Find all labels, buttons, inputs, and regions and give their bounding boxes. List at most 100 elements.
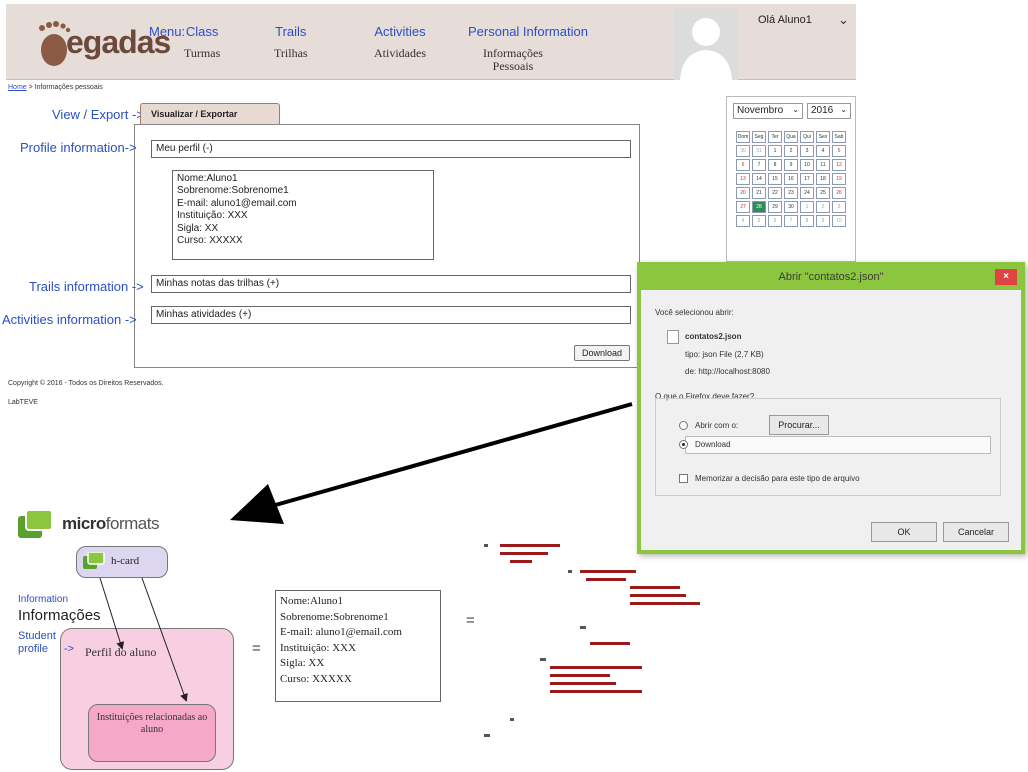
calendar-day[interactable]: 30 — [736, 145, 750, 157]
calendar-day[interactable]: 22 — [768, 187, 782, 199]
profile-detail-line: E-mail: aluno1@email.com — [177, 197, 297, 209]
calendar-weekday: Dom — [736, 131, 750, 143]
arrow-text: -> — [124, 140, 137, 155]
calendar-day[interactable]: 10 — [800, 159, 814, 171]
browse-button[interactable]: Procurar... — [769, 415, 829, 435]
download-button[interactable]: Download — [574, 345, 630, 361]
calendar-day[interactable]: 2 — [784, 145, 798, 157]
dialog-filename: contatos2.json — [685, 332, 742, 341]
calendar-day[interactable]: 9 — [784, 159, 798, 171]
chevron-down-icon[interactable]: ⌄ — [838, 12, 849, 28]
calendar-day[interactable]: 17 — [800, 173, 814, 185]
download-option-row[interactable] — [685, 436, 991, 454]
menu-item-personal-information[interactable]: Personal Information Informações Pessoai… — [468, 24, 588, 73]
calendar-day[interactable]: 18 — [816, 173, 830, 185]
remember-checkbox[interactable] — [679, 474, 688, 483]
trails-expander[interactable]: Minhas notas das trilhas (+) — [151, 275, 631, 293]
menu-item-activities[interactable]: Activities Atividades — [374, 24, 426, 60]
calendar-day[interactable]: 11 — [816, 159, 830, 171]
calendar-day[interactable]: 8 — [800, 215, 814, 227]
calendar-day[interactable]: 20 — [736, 187, 750, 199]
calendar-day[interactable]: 4 — [816, 145, 830, 157]
breadcrumb-home-link[interactable]: Home — [8, 84, 27, 91]
activities-expander[interactable]: Minhas atividades (+) — [151, 306, 631, 324]
calendar-day[interactable]: 15 — [768, 173, 782, 185]
dialog-you-selected: Você selecionou abrir: — [655, 308, 734, 317]
calendar-day[interactable]: 7 — [784, 215, 798, 227]
student-profile-label-text: Student profile — [18, 630, 56, 655]
profile-detail-line: Sigla: XX — [177, 222, 219, 234]
institutions-node: Instituições relacionadas ao aluno — [88, 704, 216, 762]
calendar-day[interactable]: 14 — [752, 173, 766, 185]
open-with-label[interactable]: Abrir com o: — [695, 421, 738, 430]
close-button[interactable]: × — [995, 269, 1017, 285]
calendar-day[interactable]: 7 — [752, 159, 766, 171]
menu-item-pt: Turmas — [184, 46, 221, 60]
equals-sign: = — [466, 612, 475, 629]
calendar-day[interactable]: 10 — [832, 215, 846, 227]
calendar-day[interactable]: 9 — [816, 215, 830, 227]
profile-detail-box: Nome:Aluno1 Sobrenome:Sobrenome1 E-mail:… — [172, 170, 434, 260]
calendar-day[interactable]: 31 — [752, 145, 766, 157]
calendar-day[interactable]: 5 — [832, 145, 846, 157]
menu-item-en: Trails — [275, 24, 307, 39]
calendar-day[interactable]: 1 — [768, 145, 782, 157]
calendar-day[interactable]: 23 — [784, 187, 798, 199]
calendar-day[interactable]: 13 — [736, 173, 750, 185]
microformats-logo-icon — [18, 510, 53, 538]
calendar-day[interactable]: 3 — [832, 201, 846, 213]
calendar-widget: Novembro ⌄ 2016 ⌄ Dom Seg Ter Qua Qui Sex Sab 3… — [726, 96, 856, 262]
menu-label: Menu: — [149, 24, 186, 39]
mf-detail-line: E-mail: aluno1@email.com — [280, 626, 402, 639]
menu-item-pt: Informações Pessoais — [483, 46, 543, 73]
calendar-day[interactable]: 2 — [816, 201, 830, 213]
calendar-day[interactable]: 25 — [816, 187, 830, 199]
calendar-day[interactable]: 16 — [784, 173, 798, 185]
calendar-day[interactable]: 26 — [832, 187, 846, 199]
calendar-day[interactable]: 1 — [800, 201, 814, 213]
calendar-day[interactable]: 21 — [752, 187, 766, 199]
activities-information-label: Activities information -> — [2, 312, 137, 327]
app-header: egadas Menu: Class Turmas Trails Trilhas… — [6, 4, 856, 80]
profile-information-label: Profile information-> — [20, 140, 137, 155]
calendar-weekday: Sex — [816, 131, 830, 143]
calendar-day[interactable]: 12 — [832, 159, 846, 171]
calendar-day[interactable]: 6 — [736, 159, 750, 171]
remember-label[interactable]: Memorizar a decisão para este tipo de ar… — [695, 474, 860, 483]
open-with-radio[interactable] — [679, 421, 688, 430]
month-select-value: Novembro — [737, 105, 784, 116]
calendar-day[interactable]: 24 — [800, 187, 814, 199]
flow-arrow-icon — [230, 402, 633, 524]
open-file-dialog: Abrir "contatos2.json" × Você selecionou… — [637, 262, 1025, 554]
profile-detail-line: Instituição: XXX — [177, 210, 248, 222]
ok-button[interactable]: OK — [871, 522, 937, 542]
calendar-grid: Dom Seg Ter Qua Qui Sex Sab 30 31 1 2 3 4 5 6 7 8 9 10 11 12… — [734, 129, 852, 229]
profile-expander[interactable]: Meu perfil (-) — [151, 140, 631, 158]
mf-detail-line: Instituição: XXX — [280, 641, 357, 654]
cancel-button[interactable]: Cancelar — [943, 522, 1009, 542]
menu-item-class[interactable]: Class Turmas — [184, 24, 220, 60]
calendar-day[interactable]: 27 — [736, 201, 750, 213]
month-select[interactable]: Novembro ⌄ — [733, 103, 803, 119]
microformats-wordmark: microformats — [62, 514, 159, 534]
menu-item-trails[interactable]: Trails Trilhas — [274, 24, 308, 60]
calendar-day[interactable]: 4 — [736, 215, 750, 227]
download-radio[interactable] — [679, 440, 688, 449]
calendar-day[interactable]: 6 — [768, 215, 782, 227]
calendar-day[interactable]: 28 — [752, 201, 766, 213]
calendar-day[interactable]: 3 — [800, 145, 814, 157]
microformats-logo-icon — [83, 552, 105, 569]
mf-detail-line: Curso: XXXXX — [280, 672, 352, 685]
download-label[interactable]: Download — [695, 440, 731, 449]
user-greeting[interactable]: Olá Aluno1 — [758, 14, 812, 26]
calendar-day[interactable]: 19 — [832, 173, 846, 185]
year-select[interactable]: 2016 ⌄ — [807, 103, 851, 119]
trails-information-label-text: Trails information — [29, 279, 129, 294]
calendar-day[interactable]: 8 — [768, 159, 782, 171]
tab-view-export[interactable]: Visualizar / Exportar — [140, 103, 280, 125]
calendar-day[interactable]: 29 — [768, 201, 782, 213]
calendar-day[interactable]: 30 — [784, 201, 798, 213]
pegadas-logo[interactable]: egadas — [26, 10, 171, 74]
avatar[interactable] — [674, 8, 738, 80]
calendar-day[interactable]: 5 — [752, 215, 766, 227]
